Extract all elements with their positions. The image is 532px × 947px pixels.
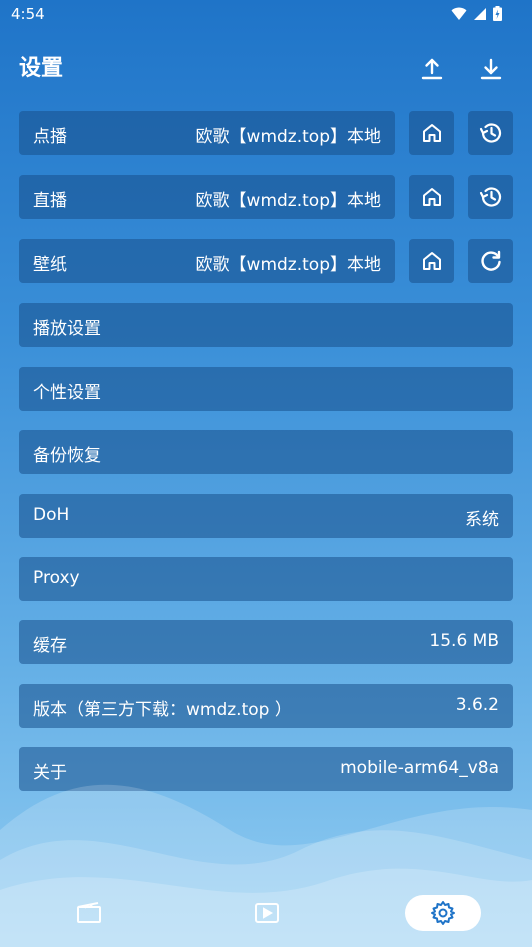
- row-value: 欧歌【wmdz.top】本地: [195, 255, 381, 275]
- setting-row-backup[interactable]: 备份恢复: [19, 430, 513, 474]
- nav-vod[interactable]: [74, 895, 104, 931]
- nav-settings[interactable]: [405, 895, 481, 931]
- upload-icon: [421, 58, 443, 80]
- status-bar: 4:54: [0, 0, 532, 30]
- wifi-icon: [451, 7, 467, 20]
- status-time: 4:54: [11, 5, 45, 23]
- film-icon: [77, 902, 101, 923]
- battery-icon: [493, 6, 502, 21]
- home-icon: [422, 188, 441, 206]
- setting-row-doh[interactable]: DoH 系统: [19, 494, 513, 538]
- status-icons: [451, 6, 502, 21]
- history-button[interactable]: [468, 175, 513, 219]
- row-value: 3.6.2: [455, 695, 499, 715]
- history-icon: [479, 123, 501, 143]
- page-title: 设置: [19, 56, 64, 81]
- setting-row-cache[interactable]: 缓存 15.6 MB: [19, 620, 513, 664]
- row-label: 直播: [33, 191, 67, 211]
- refresh-button[interactable]: [468, 239, 513, 283]
- row-value: 15.6 MB: [429, 631, 499, 651]
- download-button[interactable]: [477, 55, 505, 83]
- row-label: 版本（第三方下载：wmdz.top ）: [33, 700, 292, 720]
- row-value: 欧歌【wmdz.top】本地: [195, 191, 381, 211]
- row-label: 点播: [33, 127, 67, 147]
- setting-row-proxy[interactable]: Proxy: [19, 557, 513, 601]
- source-row-vod[interactable]: 点播 欧歌【wmdz.top】本地: [19, 111, 395, 155]
- row-label: DoH: [33, 505, 70, 525]
- live-icon: [255, 903, 279, 923]
- row-value: 欧歌【wmdz.top】本地: [195, 127, 381, 147]
- home-button[interactable]: [409, 111, 454, 155]
- home-icon: [422, 252, 441, 270]
- gear-icon: [431, 901, 455, 925]
- home-button[interactable]: [409, 175, 454, 219]
- home-button[interactable]: [409, 239, 454, 283]
- refresh-icon: [480, 250, 501, 271]
- setting-row-personalize[interactable]: 个性设置: [19, 367, 513, 411]
- upload-button[interactable]: [418, 55, 446, 83]
- row-label: 缓存: [33, 636, 67, 656]
- row-label: 备份恢复: [33, 446, 101, 466]
- row-label: 个性设置: [33, 383, 101, 403]
- bottom-nav: [0, 890, 532, 940]
- row-value: 系统: [465, 510, 499, 530]
- setting-row-version[interactable]: 版本（第三方下载：wmdz.top ） 3.6.2: [19, 684, 513, 728]
- row-label: 播放设置: [33, 319, 101, 339]
- source-row-wallpaper[interactable]: 壁纸 欧歌【wmdz.top】本地: [19, 239, 395, 283]
- nav-live[interactable]: [252, 895, 282, 931]
- signal-icon: [474, 7, 486, 20]
- download-icon: [480, 58, 502, 80]
- source-row-live[interactable]: 直播 欧歌【wmdz.top】本地: [19, 175, 395, 219]
- row-label: Proxy: [33, 568, 80, 588]
- row-label: 壁纸: [33, 255, 67, 275]
- history-button[interactable]: [468, 111, 513, 155]
- history-icon: [479, 187, 501, 207]
- home-icon: [422, 124, 441, 142]
- setting-row-playback[interactable]: 播放设置: [19, 303, 513, 347]
